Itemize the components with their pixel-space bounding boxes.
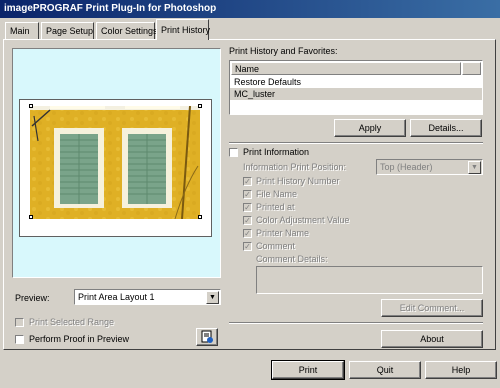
info-position-value: Top (Header) (380, 162, 433, 172)
print-button[interactable]: Print (271, 360, 345, 380)
resize-handle[interactable] (29, 215, 33, 219)
opt-comment-checkbox[interactable]: ✓ (243, 242, 252, 251)
info-position-label: Information Print Position: (243, 162, 347, 172)
column-header-name[interactable]: Name (231, 62, 461, 75)
opt-file-name-label: File Name (256, 189, 298, 199)
chevron-down-icon[interactable]: ▼ (206, 291, 219, 304)
perform-proof-label: Perform Proof in Preview (29, 334, 130, 344)
help-button[interactable]: Help (425, 361, 497, 379)
window-title: imagePROGRAF Print Plug-In for Photoshop (0, 0, 500, 18)
comment-details-label: Comment Details: (256, 254, 328, 264)
preview-page (19, 99, 212, 237)
perform-proof-checkbox[interactable] (15, 335, 24, 344)
comment-details-field[interactable] (256, 266, 483, 294)
tab-print-history[interactable]: Print History (156, 19, 210, 40)
print-information-checkbox[interactable] (229, 148, 238, 157)
details-button[interactable]: Details... (410, 119, 482, 137)
divider (229, 322, 483, 324)
chevron-down-icon[interactable]: ▼ (468, 161, 481, 174)
opt-comment-label: Comment (256, 241, 296, 251)
proof-settings-button[interactable] (196, 328, 218, 346)
page-info-icon (201, 330, 213, 343)
tab-main[interactable]: Main (5, 22, 39, 39)
column-header-spacer (462, 62, 481, 75)
opt-color-adjustment-checkbox[interactable]: ✓ (243, 216, 252, 225)
opt-file-name-checkbox[interactable]: ✓ (243, 190, 252, 199)
history-list[interactable]: Name Restore Defaults MC_luster (229, 60, 483, 115)
opt-print-history-number-label: Print History Number (256, 176, 340, 186)
resize-handle[interactable] (29, 104, 33, 108)
opt-color-adjustment-label: Color Adjustment Value (256, 215, 350, 225)
preview-area (12, 48, 221, 278)
about-button[interactable]: About (381, 330, 483, 348)
resize-handle[interactable] (198, 104, 202, 108)
list-item-selected[interactable]: MC_luster (230, 88, 482, 100)
history-heading: Print History and Favorites: (229, 46, 338, 56)
opt-print-history-number-checkbox[interactable]: ✓ (243, 177, 252, 186)
opt-printer-name-label: Printer Name (256, 228, 310, 238)
preview-select-value: Print Area Layout 1 (78, 292, 155, 302)
preview-label: Preview: (15, 293, 50, 303)
resize-handle[interactable] (198, 215, 202, 219)
preview-image (30, 106, 200, 219)
info-position-select[interactable]: Top (Header) ▼ (376, 159, 483, 175)
print-selected-range-checkbox[interactable] (15, 318, 24, 327)
tab-color-settings[interactable]: Color Settings (96, 22, 158, 39)
tab-page-setup[interactable]: Page Setup (41, 22, 94, 39)
print-selected-range-label: Print Selected Range (29, 317, 115, 327)
opt-printer-name-checkbox[interactable]: ✓ (243, 229, 252, 238)
opt-printed-at-checkbox[interactable]: ✓ (243, 203, 252, 212)
divider (229, 142, 483, 144)
list-item[interactable]: Restore Defaults (230, 76, 482, 88)
print-information-label: Print Information (243, 147, 310, 157)
apply-button[interactable]: Apply (334, 119, 406, 137)
edit-comment-button[interactable]: Edit Comment... (381, 299, 483, 317)
opt-printed-at-label: Printed at (256, 202, 295, 212)
quit-button[interactable]: Quit (349, 361, 421, 379)
preview-select[interactable]: Print Area Layout 1 ▼ (74, 289, 221, 305)
